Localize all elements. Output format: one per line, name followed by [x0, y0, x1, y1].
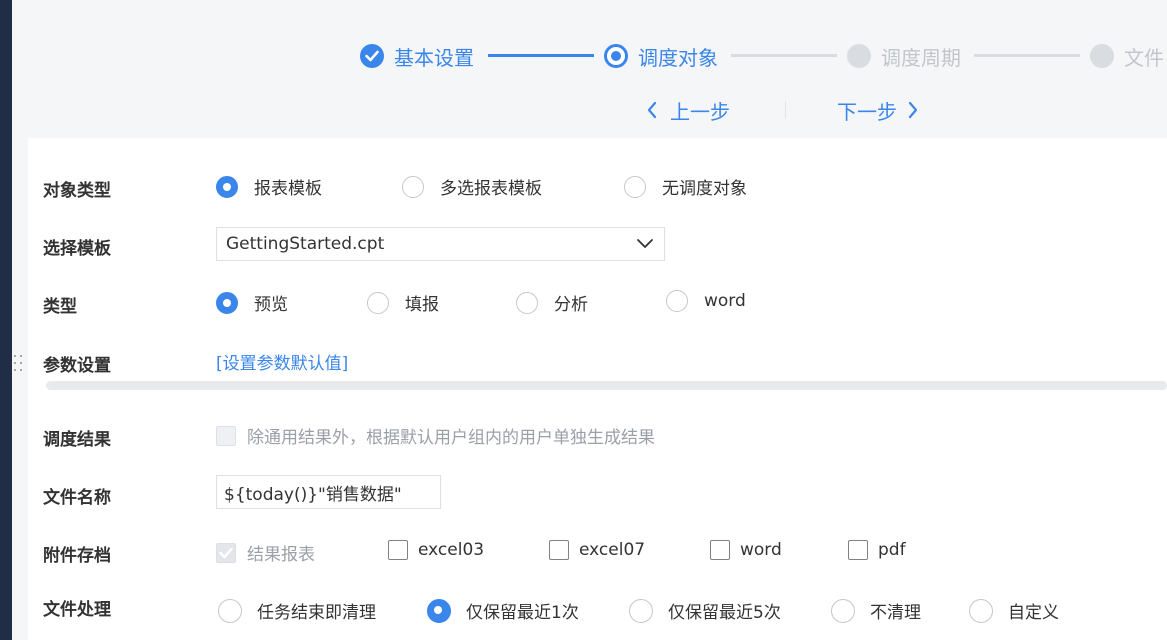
attachment-checkbox-excel07[interactable]: excel07 — [549, 540, 645, 560]
file-handling-radio-clean-on-end[interactable]: 任务结束即清理 — [218, 598, 376, 623]
step-file: 文件 — [1090, 42, 1164, 70]
radio-checked[interactable] — [216, 291, 238, 314]
type-radio-preview[interactable]: 预览 — [216, 290, 288, 315]
checkbox-label: word — [740, 540, 782, 560]
step-label: 基本设置 — [394, 45, 474, 70]
step-connector — [974, 54, 1080, 57]
radio-unchecked[interactable] — [831, 598, 855, 623]
step-schedule-object: 调度对象 — [604, 42, 718, 70]
object-type-radio-multi-template[interactable]: 多选报表模板 — [402, 174, 542, 199]
chevron-down-icon — [637, 239, 653, 248]
step-label: 文件 — [1124, 45, 1164, 70]
object-type-radio-report-template[interactable]: 报表模板 — [216, 174, 322, 199]
params-label: 参数设置 — [43, 356, 111, 376]
chevron-right-icon — [908, 101, 918, 119]
option-label: 仅保留最近1次 — [466, 603, 579, 623]
option-label: 填报 — [405, 295, 439, 315]
checkbox-unchecked[interactable] — [549, 540, 569, 560]
left-sidebar-strip — [0, 0, 12, 640]
step-connector — [488, 54, 594, 57]
option-label: 预览 — [254, 295, 288, 315]
type-radio-analysis[interactable]: 分析 — [516, 290, 588, 315]
checkbox-label: excel03 — [418, 540, 485, 560]
step-progress: 基本设置 调度对象 调度周期 文件 — [28, 0, 1167, 138]
schedule-object-form: 对象类型 报表模板 多选报表模板 无调度对象 选择模板 GettingStart… — [28, 138, 1167, 640]
file-handling-radio-custom[interactable]: 自定义 — [969, 598, 1059, 623]
step-active-indicator — [604, 44, 628, 68]
object-type-label: 对象类型 — [43, 181, 111, 201]
file-name-label: 文件名称 — [43, 488, 111, 508]
template-label: 选择模板 — [43, 239, 111, 259]
attachment-checkbox-result-report[interactable]: 结果报表 — [216, 540, 315, 565]
file-handling-radio-no-clean[interactable]: 不清理 — [831, 598, 921, 623]
option-label: 无调度对象 — [662, 179, 747, 199]
check-icon — [219, 547, 233, 558]
option-label: 多选报表模板 — [440, 179, 542, 199]
chevron-left-icon — [647, 101, 657, 119]
checkbox-checked-disabled[interactable] — [216, 542, 236, 563]
checkbox-label: 结果报表 — [247, 545, 315, 565]
attachment-checkbox-excel03[interactable]: excel03 — [388, 540, 484, 560]
prev-step-button[interactable]: 上一步 — [646, 96, 730, 124]
checkbox-label: pdf — [878, 540, 906, 560]
radio-checked[interactable] — [427, 598, 451, 623]
object-type-radio-none[interactable]: 无调度对象 — [624, 174, 747, 199]
type-radio-fill[interactable]: 填报 — [367, 290, 439, 315]
radio-unchecked[interactable] — [969, 598, 993, 623]
file-handling-label: 文件处理 — [43, 600, 111, 620]
set-param-defaults-link[interactable]: [设置参数默认值] — [216, 349, 348, 374]
step-label: 调度对象 — [638, 45, 718, 70]
type-radio-word[interactable]: word — [666, 290, 746, 312]
step-schedule-cycle: 调度周期 — [847, 42, 961, 70]
checkbox-disabled[interactable] — [216, 425, 236, 446]
checkbox-unchecked[interactable] — [388, 540, 408, 560]
option-label: 仅保留最近5次 — [668, 603, 781, 623]
step-pending-indicator — [847, 44, 871, 68]
template-select-value: GettingStarted.cpt — [226, 234, 385, 254]
step-basic-settings: 基本设置 — [360, 42, 474, 70]
drag-handle-icon[interactable] — [12, 355, 26, 377]
radio-unchecked[interactable] — [218, 598, 242, 623]
step-label: 调度周期 — [881, 45, 961, 70]
file-handling-radio-keep-5[interactable]: 仅保留最近5次 — [629, 598, 781, 623]
nav-divider — [785, 101, 786, 119]
checkbox-unchecked[interactable] — [710, 540, 730, 560]
radio-unchecked[interactable] — [402, 175, 424, 198]
step-connector — [731, 54, 837, 57]
option-label: 不清理 — [870, 603, 921, 623]
attachment-archive-label: 附件存档 — [43, 546, 111, 566]
file-handling-radio-keep-1[interactable]: 仅保留最近1次 — [427, 598, 579, 623]
radio-unchecked[interactable] — [367, 291, 389, 314]
check-icon — [360, 44, 384, 68]
horizontal-scrollbar[interactable] — [46, 381, 1167, 390]
radio-checked[interactable] — [216, 175, 238, 198]
radio-unchecked[interactable] — [516, 291, 538, 314]
per-user-result-checkbox[interactable]: 除通用结果外，根据默认用户组内的用户单独生成结果 — [216, 423, 655, 448]
checkbox-label: 除通用结果外，根据默认用户组内的用户单独生成结果 — [247, 428, 655, 448]
option-label: 任务结束即清理 — [257, 603, 376, 623]
next-step-button[interactable]: 下一步 — [837, 96, 919, 124]
option-label: word — [704, 291, 746, 311]
option-label: 自定义 — [1008, 603, 1059, 623]
option-label: 报表模板 — [254, 179, 322, 199]
attachment-checkbox-word[interactable]: word — [710, 540, 782, 560]
radio-unchecked[interactable] — [666, 290, 688, 312]
attachment-checkbox-pdf[interactable]: pdf — [848, 540, 906, 560]
prev-step-label: 上一步 — [670, 99, 730, 124]
option-label: 分析 — [554, 295, 588, 315]
step-pending-indicator — [1090, 44, 1114, 68]
next-step-label: 下一步 — [837, 99, 897, 124]
radio-unchecked[interactable] — [629, 598, 653, 623]
template-select[interactable]: GettingStarted.cpt — [216, 227, 665, 261]
file-name-input[interactable]: ${today()}"销售数据" — [216, 475, 441, 509]
checkbox-unchecked[interactable] — [848, 540, 868, 560]
file-name-value: ${today()}"销售数据" — [224, 484, 402, 505]
radio-unchecked[interactable] — [624, 175, 646, 198]
schedule-result-label: 调度结果 — [43, 430, 111, 450]
type-label: 类型 — [43, 297, 77, 317]
checkbox-label: excel07 — [579, 540, 646, 560]
